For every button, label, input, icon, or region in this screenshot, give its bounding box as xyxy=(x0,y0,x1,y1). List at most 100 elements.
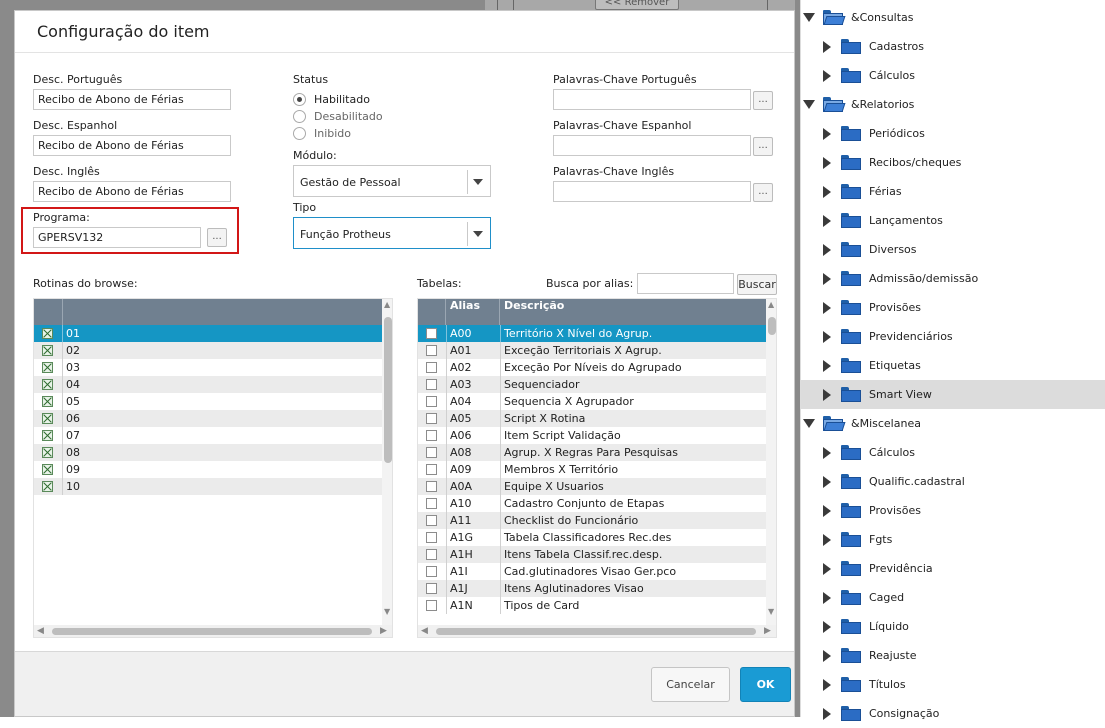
expand-right-icon[interactable] xyxy=(823,388,831,401)
tabela-row[interactable]: A02 Exceção Por Níveis do Agrupado xyxy=(418,359,766,376)
cancel-button[interactable]: Cancelar xyxy=(651,667,730,702)
scroll-up-icon[interactable]: ▲ xyxy=(384,300,390,309)
tabela-row[interactable]: A00 Território X Nível do Agrup. xyxy=(418,325,766,342)
rotina-row[interactable]: 03 xyxy=(34,359,382,376)
checkbox-unchecked-icon[interactable] xyxy=(426,379,437,390)
rotina-row[interactable]: 04 xyxy=(34,376,382,393)
checkbox-checked-icon[interactable] xyxy=(42,396,53,407)
expand-right-icon[interactable] xyxy=(823,620,831,633)
expand-down-icon[interactable] xyxy=(803,13,815,22)
expand-right-icon[interactable] xyxy=(823,272,831,285)
tree-item[interactable]: Etiquetas xyxy=(801,351,1105,380)
rotina-row[interactable]: 02 xyxy=(34,342,382,359)
tree-item[interactable]: Lançamentos xyxy=(801,206,1105,235)
checkbox-unchecked-icon[interactable] xyxy=(426,345,437,356)
scroll-down-icon[interactable]: ▼ xyxy=(768,607,774,616)
checkbox-unchecked-icon[interactable] xyxy=(426,447,437,458)
status-radio-desabilitado[interactable]: Desabilitado xyxy=(293,110,383,123)
tabela-row[interactable]: A01 Exceção Territoriais X Agrup. xyxy=(418,342,766,359)
tree-item[interactable]: Periódicos xyxy=(801,119,1105,148)
modulo-select[interactable]: Gestão de Pessoal xyxy=(293,165,491,197)
expand-right-icon[interactable] xyxy=(823,533,831,546)
checkbox-unchecked-icon[interactable] xyxy=(426,566,437,577)
rotina-row[interactable]: 10 xyxy=(34,478,382,495)
checkbox-unchecked-icon[interactable] xyxy=(426,396,437,407)
tabela-row[interactable]: A1N Tipos de Card xyxy=(418,597,766,614)
rotina-row[interactable]: 05 xyxy=(34,393,382,410)
kw-en-input[interactable] xyxy=(553,181,751,202)
scroll-up-icon[interactable]: ▲ xyxy=(768,300,774,309)
checkbox-unchecked-icon[interactable] xyxy=(426,328,437,339)
scroll-thumb[interactable] xyxy=(384,317,392,463)
rotina-row[interactable]: 09 xyxy=(34,461,382,478)
checkbox-checked-icon[interactable] xyxy=(42,328,53,339)
tree-item[interactable]: Consignação xyxy=(801,699,1105,728)
checkbox-unchecked-icon[interactable] xyxy=(426,515,437,526)
expand-right-icon[interactable] xyxy=(823,243,831,256)
expand-right-icon[interactable] xyxy=(823,562,831,575)
desc-pt-input[interactable]: Recibo de Abono de Férias xyxy=(33,89,231,110)
expand-right-icon[interactable] xyxy=(823,156,831,169)
tree-item[interactable]: Diversos xyxy=(801,235,1105,264)
checkbox-unchecked-icon[interactable] xyxy=(426,498,437,509)
rotina-row[interactable]: 08 xyxy=(34,444,382,461)
tree-item[interactable]: &Miscelanea xyxy=(801,409,1105,438)
ok-button[interactable]: OK xyxy=(740,667,791,702)
tree-item[interactable]: Provisões xyxy=(801,496,1105,525)
tree-item[interactable]: Admissão/demissão xyxy=(801,264,1105,293)
tabela-row[interactable]: A10 Cadastro Conjunto de Etapas xyxy=(418,495,766,512)
rotina-row[interactable]: 07 xyxy=(34,427,382,444)
expand-right-icon[interactable] xyxy=(823,446,831,459)
checkbox-unchecked-icon[interactable] xyxy=(426,532,437,543)
tree-item[interactable]: Cálculos xyxy=(801,438,1105,467)
rotinas-vscrollbar[interactable]: ▲ ▼ xyxy=(382,299,392,625)
checkbox-unchecked-icon[interactable] xyxy=(426,413,437,424)
expand-right-icon[interactable] xyxy=(823,649,831,662)
tree-item[interactable]: Cadastros xyxy=(801,32,1105,61)
tabela-row[interactable]: A04 Sequencia X Agrupador xyxy=(418,393,766,410)
expand-right-icon[interactable] xyxy=(823,591,831,604)
programa-lookup-button[interactable]: ... xyxy=(207,228,227,247)
expand-right-icon[interactable] xyxy=(823,69,831,82)
checkbox-checked-icon[interactable] xyxy=(42,447,53,458)
rotinas-hscrollbar[interactable]: ◀ ▶ xyxy=(34,625,392,637)
expand-right-icon[interactable] xyxy=(823,127,831,140)
tree-item[interactable]: Líquido xyxy=(801,612,1105,641)
scroll-thumb[interactable] xyxy=(52,628,372,635)
tree-item[interactable]: Cálculos xyxy=(801,61,1105,90)
kw-es-button[interactable]: ... xyxy=(753,137,773,156)
checkbox-checked-icon[interactable] xyxy=(42,430,53,441)
expand-right-icon[interactable] xyxy=(823,214,831,227)
tree-item[interactable]: Previdenciários xyxy=(801,322,1105,351)
tree-item[interactable]: Qualific.cadastral xyxy=(801,467,1105,496)
kw-en-button[interactable]: ... xyxy=(753,183,773,202)
rotina-row[interactable]: 01 xyxy=(34,325,382,342)
checkbox-unchecked-icon[interactable] xyxy=(426,583,437,594)
desc-en-input[interactable]: Recibo de Abono de Férias xyxy=(33,181,231,202)
tabelas-vscrollbar[interactable]: ▲ ▼ xyxy=(766,299,776,625)
status-radio-inibido[interactable]: Inibido xyxy=(293,127,351,140)
scroll-right-icon[interactable]: ▶ xyxy=(380,626,387,636)
tabela-row[interactable]: A06 Item Script Validação xyxy=(418,427,766,444)
checkbox-checked-icon[interactable] xyxy=(42,413,53,424)
checkbox-checked-icon[interactable] xyxy=(42,464,53,475)
tree-item[interactable]: Fgts xyxy=(801,525,1105,554)
expand-down-icon[interactable] xyxy=(803,419,815,428)
expand-right-icon[interactable] xyxy=(823,40,831,53)
kw-pt-button[interactable]: ... xyxy=(753,91,773,110)
tree-item[interactable]: Previdência xyxy=(801,554,1105,583)
tree-item[interactable]: Reajuste xyxy=(801,641,1105,670)
tree-item[interactable]: &Relatorios xyxy=(801,90,1105,119)
scroll-left-icon[interactable]: ◀ xyxy=(421,626,428,636)
scroll-thumb[interactable] xyxy=(768,317,776,335)
tree-item[interactable]: Férias xyxy=(801,177,1105,206)
checkbox-checked-icon[interactable] xyxy=(42,345,53,356)
expand-right-icon[interactable] xyxy=(823,359,831,372)
programa-input[interactable]: GPERSV132 xyxy=(33,227,201,248)
scroll-right-icon[interactable]: ▶ xyxy=(764,626,771,636)
expand-right-icon[interactable] xyxy=(823,185,831,198)
tabela-row[interactable]: A05 Script X Rotina xyxy=(418,410,766,427)
tabela-row[interactable]: A1G Tabela Classificadores Rec.des xyxy=(418,529,766,546)
tabela-row[interactable]: A1J Itens Aglutinadores Visao xyxy=(418,580,766,597)
tabela-row[interactable]: A1I Cad.glutinadores Visao Ger.pco xyxy=(418,563,766,580)
